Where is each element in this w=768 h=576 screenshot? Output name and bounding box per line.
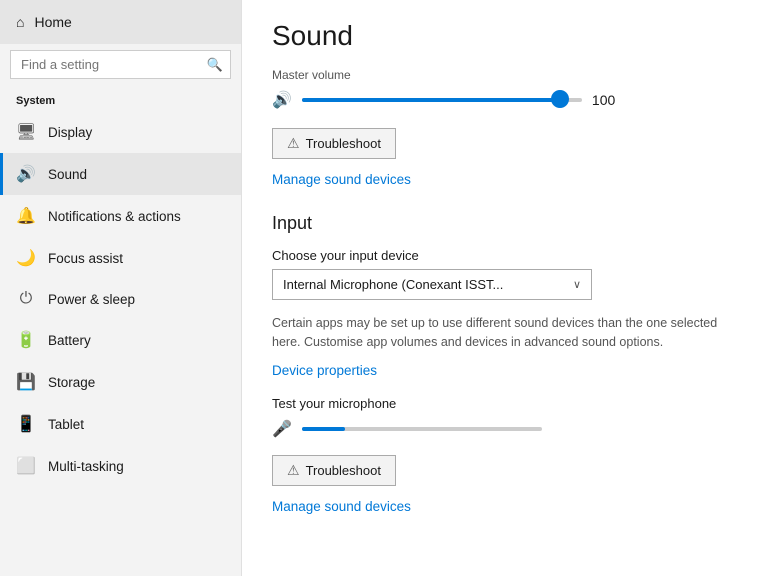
input-device-select[interactable]: Internal Microphone (Conexant ISST... ∨ <box>272 269 592 300</box>
sidebar-item-notifications[interactable]: 🔔 Notifications & actions <box>0 195 241 237</box>
sidebar-item-label: Sound <box>48 167 87 182</box>
sidebar-home-button[interactable]: ⌂ Home <box>0 0 241 44</box>
sidebar-item-label: Storage <box>48 375 95 390</box>
sidebar-item-storage[interactable]: 💾 Storage <box>0 361 241 403</box>
sidebar-item-focus[interactable]: 🌙 Focus assist <box>0 237 241 279</box>
sidebar-item-display[interactable]: 🖥 Display <box>0 111 241 153</box>
storage-icon: 💾 <box>16 372 36 392</box>
selected-device-text: Internal Microphone (Conexant ISST... <box>283 277 503 292</box>
volume-fill <box>302 98 560 102</box>
info-text: Certain apps may be set up to use differ… <box>272 314 738 352</box>
sidebar-item-tablet[interactable]: 📱 Tablet <box>0 403 241 445</box>
mic-row: 🎤 <box>272 419 738 439</box>
mic-level-fill <box>302 427 345 431</box>
volume-value: 100 <box>592 92 622 108</box>
troubleshoot-button[interactable]: ⚠ Troubleshoot <box>272 128 396 159</box>
sidebar-item-battery[interactable]: 🔋 Battery <box>0 319 241 361</box>
test-mic-label: Test your microphone <box>272 396 738 411</box>
manage-sound-devices-link-2[interactable]: Manage sound devices <box>272 499 411 514</box>
system-section-title: System <box>0 89 241 111</box>
search-icon: 🔍 <box>207 57 223 73</box>
sound-icon: 🔊 <box>16 164 36 184</box>
troubleshoot-button-2[interactable]: ⚠ Troubleshoot <box>272 455 396 486</box>
volume-thumb[interactable] <box>551 90 569 108</box>
volume-slider[interactable] <box>302 98 582 102</box>
master-volume-label: Master volume <box>272 68 738 82</box>
input-section-title: Input <box>272 213 738 234</box>
battery-icon: 🔋 <box>16 330 36 350</box>
mic-level-bar <box>302 427 542 431</box>
microphone-icon: 🎤 <box>272 419 292 439</box>
manage-sound-devices-link[interactable]: Manage sound devices <box>272 172 411 187</box>
multitasking-icon: ⬜ <box>16 456 36 476</box>
notifications-icon: 🔔 <box>16 206 36 226</box>
volume-row: 🔊 100 <box>272 90 738 110</box>
display-icon: 🖥 <box>16 122 36 142</box>
search-box: 🔍 <box>10 50 231 79</box>
home-icon: ⌂ <box>16 14 24 30</box>
warning-icon: ⚠ <box>287 135 300 152</box>
chevron-down-icon: ∨ <box>573 278 581 291</box>
page-title: Sound <box>272 20 738 52</box>
focus-icon: 🌙 <box>16 248 36 268</box>
device-properties-link[interactable]: Device properties <box>272 363 377 378</box>
speaker-icon: 🔊 <box>272 90 292 110</box>
home-label: Home <box>34 14 71 30</box>
sidebar-item-label: Display <box>48 125 92 140</box>
sidebar: ⌂ Home 🔍 System 🖥 Display 🔊 Sound 🔔 Noti… <box>0 0 242 576</box>
troubleshoot-label-2: Troubleshoot <box>306 463 381 478</box>
power-icon: ⏻ <box>16 290 36 308</box>
sidebar-item-multitasking[interactable]: ⬜ Multi-tasking <box>0 445 241 487</box>
sidebar-item-label: Notifications & actions <box>48 209 181 224</box>
troubleshoot-label: Troubleshoot <box>306 136 381 151</box>
tablet-icon: 📱 <box>16 414 36 434</box>
sidebar-item-power[interactable]: ⏻ Power & sleep <box>0 279 241 319</box>
main-content: Sound Master volume 🔊 100 ⚠ Troubleshoot… <box>242 0 768 576</box>
search-input[interactable] <box>10 50 231 79</box>
sidebar-item-label: Multi-tasking <box>48 459 124 474</box>
sidebar-item-label: Focus assist <box>48 251 123 266</box>
sidebar-item-label: Tablet <box>48 417 84 432</box>
choose-input-label: Choose your input device <box>272 248 738 263</box>
warning-icon-2: ⚠ <box>287 462 300 479</box>
sidebar-item-label: Power & sleep <box>48 292 135 307</box>
sidebar-item-sound[interactable]: 🔊 Sound <box>0 153 241 195</box>
sidebar-item-label: Battery <box>48 333 91 348</box>
